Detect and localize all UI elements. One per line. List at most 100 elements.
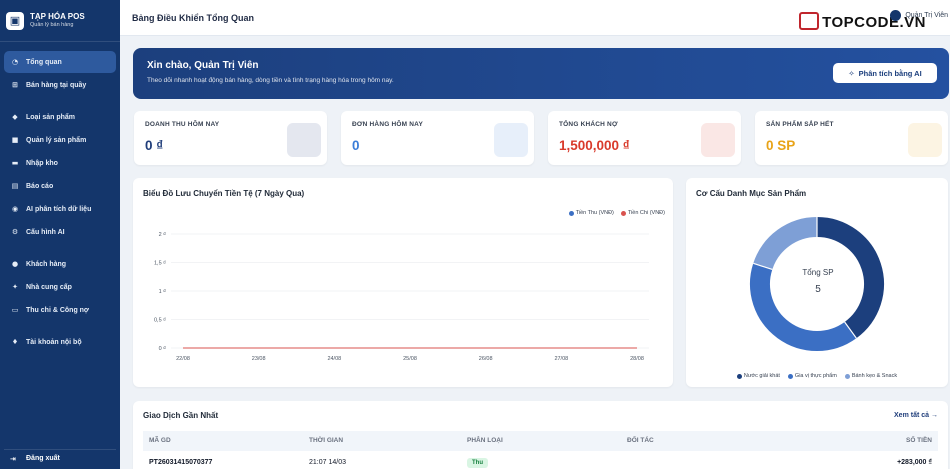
txn-time: 21:07 14/03 [309, 459, 346, 466]
sidebar-item-categories[interactable]: ◆ Loại sản phẩm [4, 106, 116, 128]
arrow-right-icon: → [931, 412, 938, 419]
x-tick-label: 25/08 [403, 356, 417, 362]
users-icon [701, 123, 735, 157]
stat-card-revenue: DOANH THU HÔM NAY 0 ₫ [134, 111, 327, 165]
gear-icon: ⚙ [11, 228, 19, 236]
stat-card-low-stock: SẢN PHẨM SẮP HẾT 0 SP [755, 111, 948, 165]
donut-slice[interactable] [750, 263, 857, 351]
column-header: THỜI GIAN [309, 437, 344, 444]
cart-icon: ⊞ [12, 81, 18, 89]
sidebar-item-suppliers[interactable]: ✦ Nhà cung cấp [4, 276, 116, 298]
logout-button[interactable]: ⇥ Đăng xuất [4, 449, 116, 467]
legend-dot-icon [736, 373, 742, 379]
sidebar-item-label: Nhà cung cấp [26, 283, 72, 291]
user-name: Quản Trị Viên [905, 12, 948, 19]
sidebar-item-stock-in[interactable]: ▬ Nhập kho [4, 152, 116, 174]
warning-icon [908, 123, 942, 157]
see-all-link[interactable]: Xem tất cả → [894, 412, 938, 419]
sidebar-item-label: Quản lý sản phẩm [26, 136, 87, 144]
money-icon [287, 123, 321, 157]
ai-analysis-button[interactable]: ✧ Phân tích bằng AI [833, 63, 937, 83]
sidebar-item-label: Nhập kho [26, 159, 58, 167]
txn-type-badge: Thu [467, 458, 488, 468]
stat-card-debt: TỔNG KHÁCH NỢ 1,500,000 ₫ [548, 111, 741, 165]
handshake-icon: ✦ [12, 283, 18, 291]
sidebar-item-customers[interactable]: ● Khách hàng [4, 253, 116, 275]
users-icon: ● [11, 260, 19, 268]
x-tick-label: 24/08 [327, 356, 341, 362]
see-all-label: Xem tất cả [894, 412, 930, 419]
y-tick-label: 2 ₫ [159, 232, 167, 238]
user-menu[interactable]: Quản Trị Viên [890, 10, 948, 21]
logo-mark-icon [799, 12, 820, 30]
banner-subtitle: Theo dõi nhanh hoạt động bán hàng, dòng … [147, 77, 394, 84]
wallet-icon: ▭ [11, 306, 19, 314]
logout-icon: ⇥ [10, 454, 16, 463]
avatar [890, 10, 902, 21]
y-tick-label: 0 ₫ [159, 346, 167, 352]
sidebar-item-overview[interactable]: ◔ Tổng quan [4, 51, 116, 73]
x-tick-label: 26/08 [479, 356, 493, 362]
sidebar-item-ai-analysis[interactable]: ◉ AI phân tích dữ liệu [4, 198, 116, 220]
x-tick-label: 28/08 [630, 356, 644, 362]
x-tick-label: 22/08 [176, 356, 190, 362]
cashflow-card: Biểu Đồ Lưu Chuyển Tiền Tệ (7 Ngày Qua) … [133, 178, 673, 387]
sidebar-item-label: Báo cáo [26, 182, 54, 190]
legend-item[interactable]: Gia vị thực phẩm [787, 373, 837, 379]
x-tick-label: 23/08 [252, 356, 266, 362]
truck-icon: ▬ [11, 159, 19, 167]
brand-title: TẠP HÓA POS [30, 12, 85, 22]
legend-item[interactable]: Bánh kẹo & Snack [844, 373, 898, 379]
sidebar-item-label: Tài khoản nội bộ [26, 338, 82, 346]
user-shield-icon: ♦ [11, 338, 19, 346]
sidebar-item-label: Thu chi & Công nợ [26, 306, 89, 314]
column-header: MÃ GD [149, 437, 171, 444]
sidebar-item-accounts[interactable]: ♦ Tài khoản nội bộ [4, 331, 116, 353]
column-header: ĐỐI TÁC [627, 437, 654, 444]
stat-card-orders: ĐƠN HÀNG HÔM NAY 0 [341, 111, 534, 165]
sidebar-item-label: Bán hàng tại quầy [26, 81, 87, 89]
cart-icon [494, 123, 528, 157]
x-tick-label: 27/08 [554, 356, 568, 362]
top-header: Bảng Điều Khiển Tổng Quan TOPCODE.VN Quả… [120, 0, 950, 36]
legend-item[interactable]: Nước giải khát [736, 373, 780, 379]
magic-wand-icon: ✧ [848, 68, 855, 78]
legend-label: Bánh kẹo & Snack [851, 373, 898, 379]
table-row[interactable]: PT26031415070377 21:07 14/03 Thu +283,00… [143, 453, 938, 469]
pie-icon: ◔ [11, 58, 19, 66]
legend-label: Nước giải khát [743, 373, 780, 379]
sidebar-item-label: Khách hàng [26, 260, 67, 268]
store-icon: ▣ [6, 11, 24, 30]
y-tick-label: 1 ₫ [159, 289, 167, 295]
column-header: PHÂN LOẠI [467, 437, 503, 444]
category-legend: Nước giải khát Gia vị thực phẩm Bánh kẹo… [686, 373, 948, 379]
sidebar-item-label: Loại sản phẩm [26, 113, 76, 121]
box-icon: ■ [11, 136, 19, 144]
sidebar-item-label: Cấu hình AI [26, 228, 65, 236]
welcome-banner: Xin chào, Quản Trị Viên Theo dõi nhanh h… [133, 48, 949, 99]
legend-label: Gia vị thực phẩm [794, 373, 837, 379]
cashflow-chart: 2 ₫ 1,5 ₫ 1 ₫ 0,5 ₫ 0 ₫ 22/08 23/08 24/08 25/08 2… [154, 232, 649, 362]
robot-icon: ◉ [11, 205, 19, 213]
donut-center-value: 5 [815, 284, 821, 295]
sidebar-item-label: Tổng quan [26, 58, 62, 66]
donut-slice[interactable] [753, 217, 818, 270]
logout-label: Đăng xuất [26, 455, 60, 462]
category-donut-chart [750, 217, 884, 351]
sidebar-nav: ◔ Tổng quan ⊞ Bán hàng tại quầy ◆ Loại s… [0, 42, 120, 353]
sidebar-item-pos[interactable]: ⊞ Bán hàng tại quầy [4, 74, 116, 96]
txn-amount: +283,000 ₫ [897, 459, 932, 466]
column-header: SỐ TIỀN [905, 437, 932, 444]
donut-center-label: Tổng SP [802, 268, 834, 277]
ai-button-label: Phân tích bằng AI [858, 68, 922, 78]
donut-slice[interactable] [816, 217, 884, 339]
legend-dot-icon [787, 373, 793, 379]
sidebar-item-ai-config[interactable]: ⚙ Cấu hình AI [4, 221, 116, 243]
sidebar-item-products[interactable]: ■ Quản lý sản phẩm [4, 129, 116, 151]
txn-id: PT26031415070377 [149, 459, 213, 466]
sidebar-item-label: AI phân tích dữ liệu [26, 205, 92, 213]
sidebar-item-reports[interactable]: ▤ Báo cáo [4, 175, 116, 197]
sidebar-item-cashbook[interactable]: ▭ Thu chi & Công nợ [4, 299, 116, 321]
tag-icon: ◆ [12, 113, 18, 121]
y-tick-label: 0,5 ₫ [154, 318, 166, 324]
